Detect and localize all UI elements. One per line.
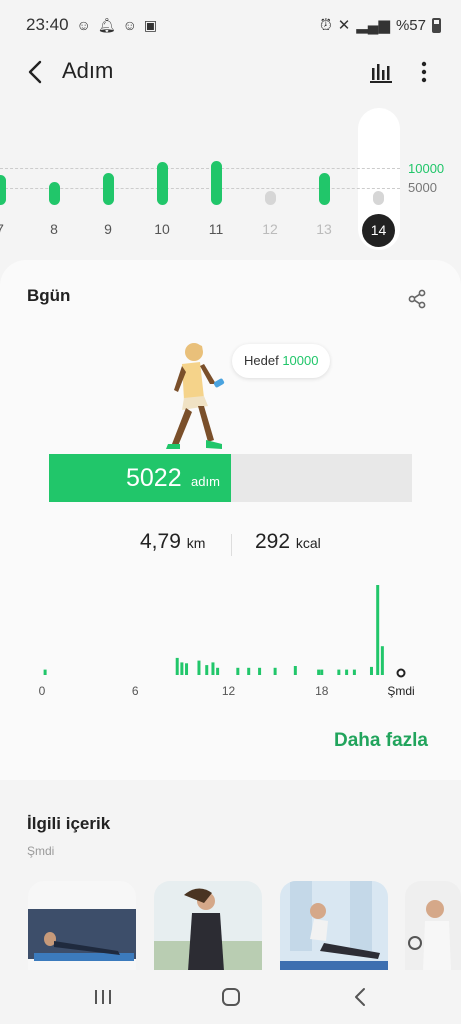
hourly-bar bbox=[236, 667, 240, 675]
distance-stat: 4,79 km bbox=[140, 530, 205, 554]
hourly-bar bbox=[180, 662, 184, 675]
hourly-bar bbox=[352, 669, 356, 675]
hourly-tick-label: 18 bbox=[315, 684, 329, 698]
calories-unit: kcal bbox=[295, 535, 321, 551]
hourly-bar bbox=[320, 669, 324, 675]
related-title: İlgili içerik bbox=[27, 814, 111, 833]
day-label-13[interactable]: 13 bbox=[309, 221, 339, 237]
hourly-bar bbox=[317, 669, 321, 675]
weekly-steps-chart: 10000 5000 14 7 8 9 10 11 12 13 bbox=[0, 100, 461, 260]
day-bar-11[interactable] bbox=[210, 161, 222, 205]
day-label-10[interactable]: 10 bbox=[147, 221, 177, 237]
battery-icon bbox=[432, 17, 441, 33]
hourly-bar bbox=[273, 667, 277, 675]
goal-line bbox=[0, 168, 400, 169]
back-arrow-icon[interactable] bbox=[22, 58, 50, 86]
distance-value: 4,79 bbox=[140, 530, 181, 553]
hourly-bar bbox=[258, 667, 262, 675]
calories-value: 292 bbox=[255, 530, 291, 553]
hourly-bar bbox=[293, 666, 297, 675]
app-header: Adım bbox=[0, 50, 461, 96]
day-label-11[interactable]: 11 bbox=[201, 221, 231, 237]
day-label-8[interactable]: 8 bbox=[39, 221, 69, 237]
hourly-bar bbox=[43, 669, 47, 675]
hourly-bar bbox=[376, 585, 380, 675]
steps-progress-bar bbox=[49, 454, 412, 502]
hourly-bar bbox=[185, 663, 189, 675]
hourly-bar bbox=[197, 660, 201, 675]
walking-person-illustration bbox=[166, 343, 225, 449]
snapchat-icon: ☺ bbox=[76, 16, 91, 33]
signal-icon: ▂▄▆ bbox=[356, 17, 390, 34]
hourly-tick-label: Şmdi bbox=[387, 684, 414, 698]
day-bar-10[interactable] bbox=[156, 161, 168, 205]
hourly-bar bbox=[216, 667, 220, 675]
day-bar-8[interactable] bbox=[48, 181, 60, 205]
stats-divider bbox=[231, 534, 232, 556]
hourly-tick-label: 0 bbox=[39, 684, 46, 698]
hourly-bar bbox=[205, 665, 209, 675]
selected-day-badge[interactable]: 14 bbox=[362, 214, 395, 247]
hourly-bar bbox=[337, 669, 341, 675]
hourly-tick-label: 6 bbox=[132, 684, 139, 698]
distance-unit: km bbox=[186, 535, 206, 551]
half-goal-axis-label: 5000 bbox=[408, 180, 437, 195]
day-bar-14[interactable] bbox=[372, 191, 384, 205]
hourly-bar bbox=[247, 667, 251, 675]
notification-icons: ☺ 🔔︎ ☺ ▣ bbox=[77, 17, 158, 34]
hourly-tick-label: 12 bbox=[222, 684, 236, 698]
status-time: 23:40 bbox=[26, 15, 69, 34]
calories-stat: 292 kcal bbox=[255, 530, 321, 554]
bell-icon: 🔔︎ bbox=[97, 16, 116, 33]
more-button[interactable]: Daha fazla bbox=[334, 730, 428, 752]
day-bar-13[interactable] bbox=[318, 172, 330, 205]
related-content-section: İlgili içerik Şmdi bbox=[0, 790, 461, 971]
hourly-bar bbox=[380, 646, 384, 675]
share-icon[interactable] bbox=[406, 288, 428, 310]
page-title: Adım bbox=[62, 58, 114, 83]
current-time-marker bbox=[396, 668, 406, 678]
hourly-steps-chart: 0 6 12 18 Şmdi bbox=[39, 585, 415, 698]
image-icon: ▣ bbox=[143, 16, 158, 33]
more-options-icon[interactable] bbox=[414, 58, 434, 86]
home-icon[interactable] bbox=[220, 986, 242, 1008]
goal-bubble: Hedef 10000 bbox=[232, 344, 331, 378]
mute-icon: ✕ bbox=[337, 17, 351, 34]
goal-label: Hedef bbox=[244, 353, 279, 368]
hourly-bar bbox=[211, 662, 215, 675]
workout-thumbnail-yoga[interactable] bbox=[280, 881, 388, 971]
related-subtitle: Şmdi bbox=[27, 844, 55, 858]
day-bar-9[interactable] bbox=[102, 172, 114, 205]
goal-value: 10000 bbox=[282, 353, 319, 368]
workout-thumbnail-running[interactable] bbox=[154, 881, 262, 971]
bar-chart-icon[interactable] bbox=[367, 58, 395, 86]
goal-axis-label: 10000 bbox=[408, 161, 445, 176]
day-label-7[interactable]: 7 bbox=[0, 221, 15, 237]
battery-level: %57 bbox=[395, 16, 426, 34]
hourly-bar bbox=[345, 669, 349, 675]
step-unit: adım bbox=[191, 474, 220, 489]
status-bar: 23:40 ☺ 🔔︎ ☺ ▣ ⏰︎ ✕ ▂▄▆ %57 bbox=[0, 0, 461, 50]
alarm-icon: ⏰︎ bbox=[319, 16, 332, 34]
day-label-9[interactable]: 9 bbox=[93, 221, 123, 237]
hourly-bar bbox=[369, 666, 373, 675]
card-title: Bgün bbox=[27, 286, 71, 305]
half-goal-line bbox=[0, 188, 400, 189]
recent-apps-icon[interactable] bbox=[92, 986, 114, 1008]
today-card: Bgün Hedef 10000 5022 adım 4,79 km 292 k… bbox=[0, 260, 461, 780]
back-nav-icon[interactable] bbox=[350, 986, 372, 1008]
snapchat-icon: ☺ bbox=[122, 16, 137, 33]
step-count: 5022 bbox=[126, 464, 182, 492]
day-label-12[interactable]: 12 bbox=[255, 221, 285, 237]
workout-thumbnail-cycling[interactable] bbox=[405, 881, 461, 971]
day-bar-7[interactable] bbox=[0, 174, 6, 205]
system-nav-bar bbox=[0, 970, 461, 1024]
hourly-bar bbox=[175, 657, 179, 675]
workout-thumbnail-plank[interactable] bbox=[28, 881, 136, 971]
day-bar-12[interactable] bbox=[264, 191, 276, 205]
